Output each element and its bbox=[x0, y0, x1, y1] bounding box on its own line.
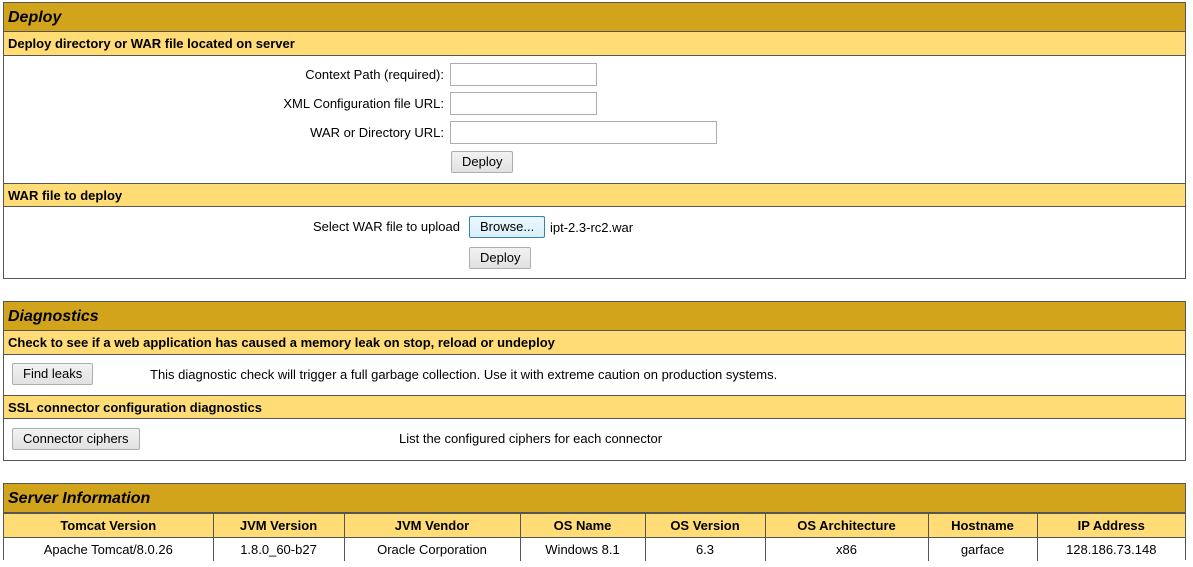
server-info-panel: Server Information Tomcat Version JVM Ve… bbox=[3, 483, 1186, 561]
deploy-title: Deploy bbox=[4, 3, 1185, 32]
deploy-upload-section-title: WAR file to deploy bbox=[4, 183, 1185, 207]
os-version-cell: 6.3 bbox=[644, 537, 766, 561]
server-info-title: Server Information bbox=[4, 484, 1185, 513]
xml-config-input[interactable] bbox=[450, 92, 597, 115]
deploy-server-section-title: Deploy directory or WAR file located on … bbox=[4, 32, 1185, 56]
column-header: OS Version bbox=[644, 513, 766, 538]
server-info-table: Tomcat Version JVM Version JVM Vendor OS… bbox=[4, 513, 1185, 561]
leaks-section-title: Check to see if a web application has ca… bbox=[4, 331, 1185, 355]
ssl-description: List the configured ciphers for each con… bbox=[399, 431, 663, 446]
deploy-upload-form: Select WAR file to upload Browse... ipt-… bbox=[4, 207, 1185, 277]
deploy-panel: Deploy Deploy directory or WAR file loca… bbox=[3, 2, 1186, 279]
ssl-row: Connector ciphers List the configured ci… bbox=[4, 419, 1185, 459]
column-header: Tomcat Version bbox=[4, 513, 214, 538]
diagnostics-title: Diagnostics bbox=[4, 302, 1185, 331]
leaks-description: This diagnostic check will trigger a ful… bbox=[150, 367, 778, 382]
selected-file-name: ipt-2.3-rc2.war bbox=[550, 220, 634, 235]
column-header: OS Name bbox=[519, 513, 646, 538]
browse-button[interactable]: Browse... bbox=[469, 216, 546, 238]
column-header: JVM Vendor bbox=[343, 513, 521, 538]
os-architecture-cell: x86 bbox=[764, 537, 929, 561]
jvm-version-cell: 1.8.0_60-b27 bbox=[212, 537, 345, 561]
context-path-input[interactable] bbox=[450, 63, 597, 86]
hostname-cell: garface bbox=[927, 537, 1038, 561]
diagnostics-panel: Diagnostics Check to see if a web applic… bbox=[3, 301, 1186, 461]
leaks-row: Find leaks This diagnostic check will tr… bbox=[4, 355, 1185, 395]
column-header: OS Architecture bbox=[764, 513, 929, 538]
connector-ciphers-button[interactable]: Connector ciphers bbox=[12, 428, 140, 450]
deploy-server-form: Context Path (required): XML Configurati… bbox=[4, 56, 1185, 183]
ssl-section-title: SSL connector configuration diagnostics bbox=[4, 395, 1185, 419]
deploy-server-button[interactable]: Deploy bbox=[451, 151, 514, 173]
tomcat-version-cell: Apache Tomcat/8.0.26 bbox=[4, 537, 214, 561]
xml-config-label: XML Configuration file URL: bbox=[283, 96, 444, 111]
deploy-upload-button[interactable]: Deploy bbox=[469, 247, 532, 269]
war-dir-label: WAR or Directory URL: bbox=[310, 125, 444, 140]
column-header: Hostname bbox=[927, 513, 1038, 538]
war-dir-input[interactable] bbox=[450, 121, 717, 144]
jvm-vendor-cell: Oracle Corporation bbox=[343, 537, 521, 561]
find-leaks-button[interactable]: Find leaks bbox=[12, 363, 94, 385]
context-path-label: Context Path (required): bbox=[305, 67, 444, 82]
column-header: JVM Version bbox=[212, 513, 345, 538]
server-info-header-row: Tomcat Version JVM Version JVM Vendor OS… bbox=[4, 513, 1185, 538]
column-header: IP Address bbox=[1036, 513, 1185, 538]
select-war-label: Select WAR file to upload bbox=[313, 219, 460, 234]
os-name-cell: Windows 8.1 bbox=[519, 537, 646, 561]
server-info-value-row: Apache Tomcat/8.0.26 1.8.0_60-b27 Oracle… bbox=[4, 537, 1185, 561]
ip-address-cell: 128.186.73.148 bbox=[1036, 537, 1185, 561]
